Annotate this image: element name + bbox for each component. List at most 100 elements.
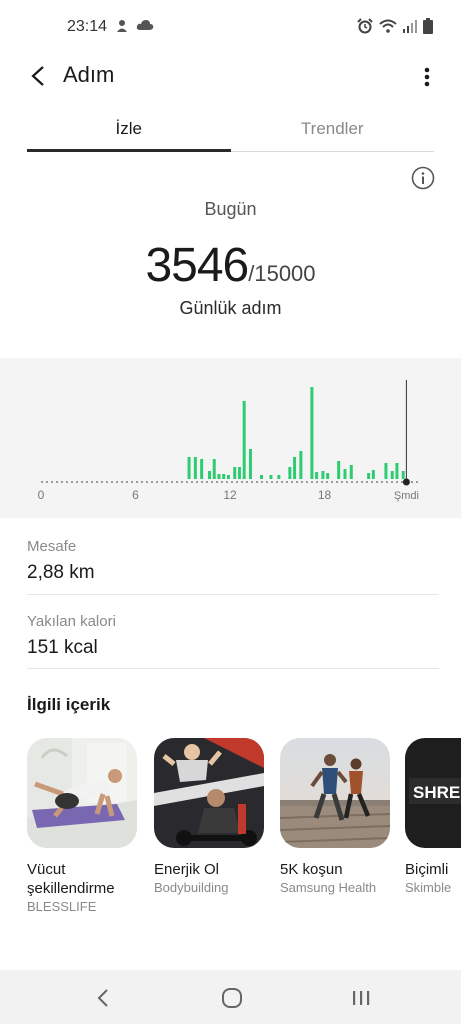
chart-bar [321, 471, 325, 479]
card-title: Enerjik Ol [154, 861, 220, 878]
notification-icon [117, 20, 127, 32]
chart-bar [326, 473, 330, 479]
period-label: Bugün [204, 199, 257, 219]
card-title: Biçimli [405, 861, 449, 878]
battery-icon [423, 18, 433, 34]
chart-bar [233, 467, 237, 479]
nav-recents-button[interactable] [347, 984, 375, 1012]
chart-bar [293, 457, 297, 479]
card-image-energize [154, 738, 264, 848]
tab-divider [230, 151, 434, 152]
chart-bar [395, 463, 399, 479]
card-image-shape: SHRE [405, 738, 461, 848]
wifi-icon [379, 19, 397, 33]
status-bar: 23:14 [0, 0, 461, 56]
back-button[interactable] [22, 60, 54, 92]
chart-bar [187, 457, 191, 479]
card-source: Skimble [405, 880, 452, 895]
card-image-body-shaping [27, 738, 137, 848]
chart-bar [367, 473, 371, 479]
chart-bar [371, 470, 375, 479]
home-nav-icon [222, 988, 242, 1008]
nav-back-button[interactable] [89, 984, 117, 1012]
signal-icon [403, 20, 417, 33]
chart-bar [299, 451, 303, 479]
steps-chart: 0 6 12 18 Şmdi [0, 358, 461, 518]
card-source: BLESSLIFE [27, 899, 97, 914]
daily-steps-label: Günlük adım [179, 298, 282, 318]
chart-bar [390, 471, 394, 479]
chart-bar [337, 461, 341, 479]
status-time: 23:14 [67, 18, 108, 35]
chart-tick-label: 0 [38, 488, 45, 502]
nav-home-button[interactable] [218, 984, 246, 1012]
chart-tick-label: 12 [223, 488, 237, 502]
page-title: Adım [63, 62, 115, 87]
content-card[interactable]: Vücut şekillendirme BLESSLIFE [27, 738, 137, 914]
chart-bar [212, 459, 216, 479]
chart-bar [288, 467, 292, 479]
card-title: 5K koşun [280, 861, 343, 878]
step-goal: /15000 [248, 261, 316, 286]
distance-metric: Mesafe 2,88 km [27, 538, 439, 584]
app-bar: Adım [0, 56, 461, 96]
chart-tick-label: 18 [318, 488, 332, 502]
chart-bar [193, 457, 197, 479]
system-nav-bar [0, 970, 461, 1024]
card-title: Vücut şekillendirme [27, 861, 115, 897]
step-count: 3546 [145, 239, 249, 292]
divider [27, 594, 439, 595]
related-content-title: İlgili içerik [27, 695, 111, 714]
alarm-icon [357, 18, 373, 34]
metric-label: Yakılan kalori [27, 613, 116, 630]
card-image-5k-run [280, 738, 390, 848]
related-content-list: Vücut şekillendirme BLESSLIFE Enerjik Ol… [27, 738, 461, 938]
more-options-button[interactable] [415, 62, 439, 92]
chart-bar [226, 475, 230, 479]
content-card[interactable]: 5K koşun Samsung Health [280, 738, 390, 895]
card-source: Bodybuilding [154, 880, 229, 895]
chart-bar [208, 471, 212, 479]
chart-bar [242, 401, 246, 479]
divider [27, 668, 439, 669]
chevron-left-icon [31, 66, 44, 86]
chart-bar [248, 449, 252, 479]
chart-bar [269, 475, 273, 479]
chart-bar [315, 472, 319, 479]
chart-bar [343, 469, 347, 479]
tab-label: Trendler [300, 119, 364, 138]
tab-indicator [27, 149, 231, 152]
card-image-text: SHRE [413, 783, 460, 802]
chart-bar [384, 463, 388, 479]
chart-bar [277, 475, 281, 479]
chart-bar [401, 471, 405, 479]
info-button[interactable] [411, 166, 435, 190]
chart-now-dot [402, 478, 410, 486]
metric-label: Mesafe [27, 538, 77, 555]
info-icon [411, 166, 435, 190]
tab-trends[interactable]: Trendler [230, 112, 434, 152]
chart-tick-label: Şmdi [394, 490, 419, 502]
cloud-icon [136, 20, 154, 30]
chart-bar [237, 467, 241, 479]
tab-track[interactable]: İzle [27, 112, 231, 152]
chart-bar [217, 474, 221, 479]
step-counter: 3546/15000 [0, 238, 461, 293]
back-nav-icon [97, 989, 108, 1007]
content-card[interactable]: Enerjik Ol Bodybuilding [154, 738, 264, 895]
metric-value: 151 kcal [27, 637, 98, 658]
chart-bar [260, 475, 263, 479]
chart-bar [310, 387, 314, 479]
steps-chart-svg: 0 6 12 18 Şmdi [38, 380, 419, 502]
tab-label: İzle [115, 119, 142, 138]
content-card[interactable]: SHRE Biçimli Skimble [405, 738, 461, 895]
metric-value: 2,88 km [27, 562, 95, 583]
tab-bar: İzle Trendler [27, 112, 434, 152]
chart-bar [349, 465, 353, 479]
chart-bar [222, 474, 226, 479]
card-source: Samsung Health [280, 880, 377, 895]
chart-tick-label: 6 [132, 488, 139, 502]
more-vert-icon [424, 67, 430, 87]
recents-nav-icon [353, 991, 370, 1005]
calories-metric: Yakılan kalori 151 kcal [27, 613, 439, 659]
